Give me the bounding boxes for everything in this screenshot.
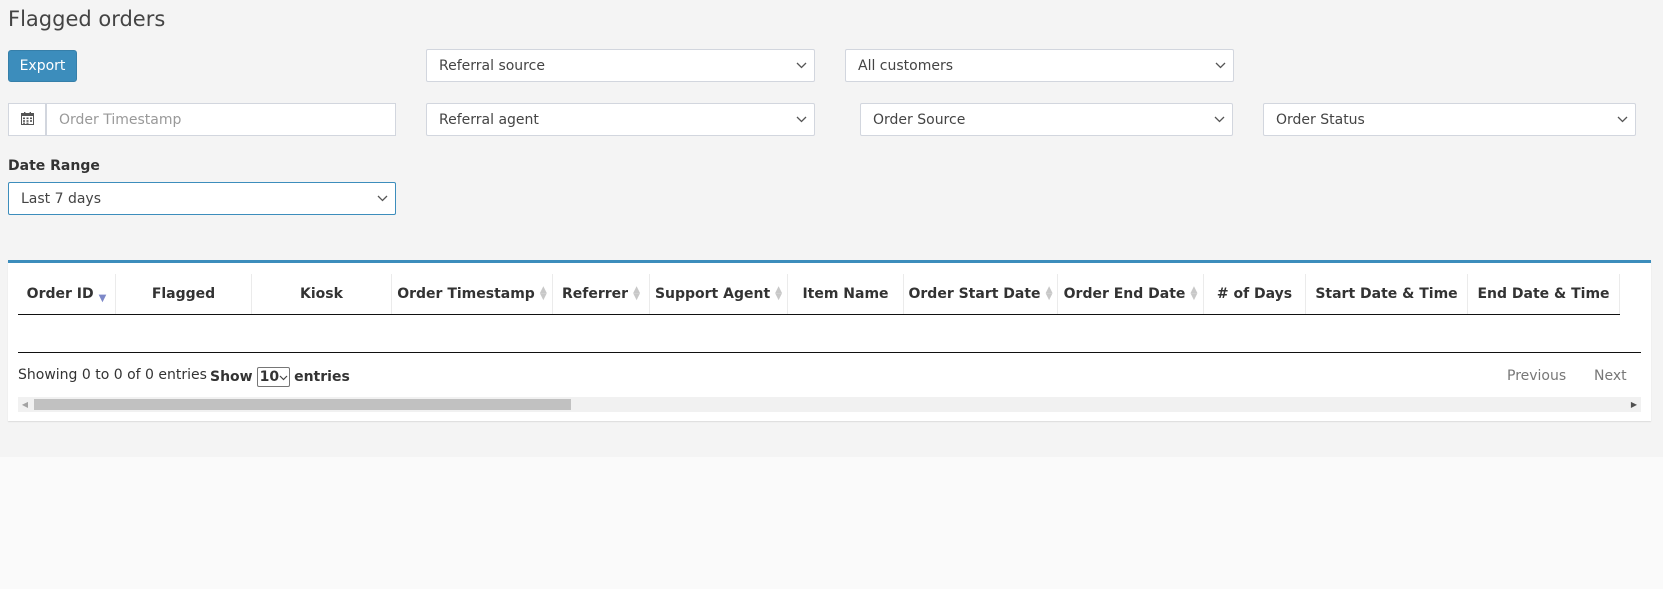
column-label: Referrer (562, 286, 629, 302)
column-header-referrer[interactable]: Referrer ▲ ▼ (553, 274, 650, 314)
page-length-value: 10 (259, 369, 280, 385)
column-header-kiosk[interactable]: Kiosk (252, 274, 392, 314)
referral-source-value: Referral source (439, 57, 545, 74)
referral-agent-select[interactable]: Referral agent (426, 103, 815, 136)
page-length-control: Show 10 entries (210, 367, 350, 387)
order-source-select[interactable]: Order Source (860, 103, 1233, 136)
chevron-down-icon (1207, 50, 1233, 81)
order-timestamp-input[interactable] (46, 103, 396, 136)
content-area: Flagged orders Export Referral source Al… (0, 0, 1663, 457)
order-source-value: Order Source (873, 111, 966, 128)
horizontal-scrollbar[interactable]: ◀ ▶ (18, 397, 1641, 412)
table-info: Showing 0 to 0 of 0 entries (18, 367, 207, 383)
orders-table: Order ID ▼ Flagged Kiosk Order Timestamp… (18, 274, 1641, 354)
column-label: Kiosk (300, 286, 343, 302)
column-label: Order End Date (1063, 286, 1186, 302)
column-label: Order ID (26, 286, 94, 302)
order-status-value: Order Status (1276, 111, 1365, 128)
sort-icon: ▲ ▼ (1190, 285, 1198, 302)
sort-desc-icon: ▼ (98, 292, 107, 304)
column-header-start-datetime[interactable]: Start Date & Time (1306, 274, 1468, 314)
calendar-icon (20, 110, 34, 129)
column-header-order-start-date[interactable]: Order Start Date ▲ ▼ (904, 274, 1058, 314)
date-range-value: Last 7 days (21, 190, 102, 207)
export-button[interactable]: Export (8, 50, 77, 82)
date-range-select[interactable]: Last 7 days (8, 182, 396, 215)
column-label: Order Timestamp (397, 286, 535, 302)
page-length-select[interactable]: 10 (256, 367, 291, 387)
referral-source-select[interactable]: Referral source (426, 49, 815, 82)
customers-select[interactable]: All customers (845, 49, 1234, 82)
column-header-flagged[interactable]: Flagged (116, 274, 252, 314)
next-page-button[interactable]: Next (1594, 368, 1627, 384)
column-label: # of Days (1216, 286, 1293, 302)
entries-label: entries (294, 369, 350, 385)
table-header: Order ID ▼ Flagged Kiosk Order Timestamp… (18, 274, 1620, 315)
column-header-order-id[interactable]: Order ID ▼ (18, 274, 116, 314)
chevron-down-icon (788, 50, 814, 81)
column-label: Start Date & Time (1315, 286, 1458, 302)
column-label: Order Start Date (908, 286, 1041, 302)
orders-table-box: Order ID ▼ Flagged Kiosk Order Timestamp… (8, 260, 1651, 421)
column-header-num-days[interactable]: # of Days (1204, 274, 1306, 314)
order-status-select[interactable]: Order Status (1263, 103, 1636, 136)
scroll-left-icon[interactable]: ◀ (18, 397, 32, 412)
table-empty-row (18, 315, 1641, 353)
sort-icon: ▲ ▼ (633, 285, 640, 302)
column-header-support-agent[interactable]: Support Agent ▲ ▼ (650, 274, 788, 314)
column-header-order-end-date[interactable]: Order End Date ▲ ▼ (1058, 274, 1204, 314)
date-range-label: Date Range (8, 158, 100, 174)
chevron-down-icon (1206, 104, 1232, 135)
previous-page-button[interactable]: Previous (1507, 368, 1566, 384)
referral-agent-value: Referral agent (439, 111, 539, 128)
column-label: Flagged (151, 286, 216, 302)
show-label: Show (210, 369, 253, 385)
column-header-item-name[interactable]: Item Name (788, 274, 904, 314)
chevron-down-icon (279, 369, 288, 385)
chevron-down-icon (788, 104, 814, 135)
chevron-down-icon (1609, 104, 1635, 135)
customers-value: All customers (858, 57, 954, 74)
column-label: Item Name (802, 286, 889, 302)
column-header-order-timestamp[interactable]: Order Timestamp ▲ ▼ (392, 274, 553, 314)
column-header-end-datetime[interactable]: End Date & Time (1468, 274, 1620, 314)
page-title: Flagged orders (8, 7, 166, 31)
sort-icon: ▲ ▼ (539, 285, 547, 302)
calendar-button[interactable] (8, 103, 46, 136)
sort-icon: ▲ ▼ (1045, 285, 1053, 302)
column-label: Support Agent (654, 286, 771, 302)
scrollbar-thumb[interactable] (34, 399, 571, 410)
column-label: End Date & Time (1477, 286, 1610, 302)
sort-icon: ▲ ▼ (775, 285, 783, 302)
scroll-right-icon[interactable]: ▶ (1627, 397, 1641, 412)
chevron-down-icon (369, 183, 395, 214)
